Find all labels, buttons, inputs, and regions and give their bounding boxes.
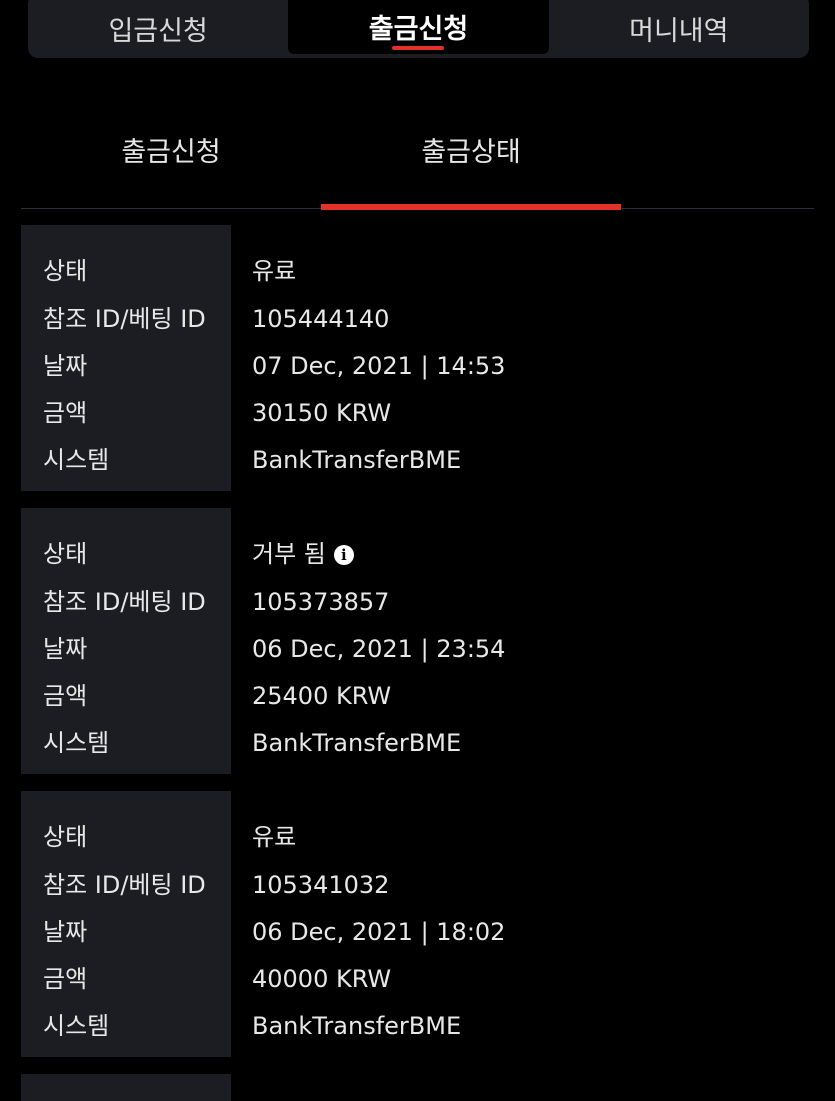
tab-withdrawal-request[interactable]: 출금신청 <box>288 0 549 54</box>
ref-id-value: 105341032 <box>252 871 390 899</box>
record-row-status: 상태 유료 <box>21 251 814 291</box>
date-label: 날짜 <box>43 635 88 663</box>
status-label: 상태 <box>43 540 88 568</box>
record-row-status: 상태 거부 됨 i <box>21 534 814 574</box>
ref-id-value: 105373857 <box>252 588 390 616</box>
status-value: 유료 <box>252 257 297 285</box>
info-circle-icon[interactable]: i <box>333 545 354 565</box>
date-label: 날짜 <box>43 352 88 380</box>
amount-label: 금액 <box>43 965 88 993</box>
system-label: 시스템 <box>43 1012 110 1040</box>
record-row-ref-id: 참조 ID/베팅 ID 105373857 <box>21 582 814 622</box>
record-label-panel <box>21 1074 231 1101</box>
status-value-wrapper: 거부 됨 i <box>252 534 354 574</box>
date-value: 06 Dec, 2021 | 18:02 <box>252 918 506 946</box>
record-row-system: 시스템 BankTransferBME <box>21 1006 814 1046</box>
record-row-date: 날짜 06 Dec, 2021 | 18:02 <box>21 912 814 952</box>
record-row-amount: 금액 30150 KRW <box>21 393 814 433</box>
system-value: BankTransferBME <box>252 729 462 757</box>
withdrawal-record-partial <box>21 1074 814 1101</box>
amount-label: 금액 <box>43 399 88 427</box>
record-row-ref-id: 참조 ID/베팅 ID 105341032 <box>21 865 814 905</box>
subtab-withdrawal-request[interactable]: 출금신청 <box>21 110 321 208</box>
system-value: BankTransferBME <box>252 1012 462 1040</box>
ref-id-value: 105444140 <box>252 305 390 333</box>
record-row-ref-id: 참조 ID/베팅 ID 105444140 <box>21 299 814 339</box>
tab-label: 출금신청 <box>368 13 469 45</box>
ref-id-label: 참조 ID/베팅 ID <box>43 588 206 616</box>
date-value: 06 Dec, 2021 | 23:54 <box>252 635 506 663</box>
subtab-label: 출금신청 <box>121 137 221 168</box>
system-value: BankTransferBME <box>252 446 462 474</box>
record-row-date: 날짜 06 Dec, 2021 | 23:54 <box>21 629 814 669</box>
withdrawal-record: 상태 유료 참조 ID/베팅 ID 105341032 날짜 06 Dec, 2… <box>21 791 814 1057</box>
tab-label: 입금신청 <box>108 15 208 47</box>
withdrawal-record: 상태 유료 참조 ID/베팅 ID 105444140 날짜 07 Dec, 2… <box>21 225 814 491</box>
ref-id-label: 참조 ID/베팅 ID <box>43 871 206 899</box>
record-row-status: 상태 유료 <box>21 817 814 857</box>
date-label: 날짜 <box>43 918 88 946</box>
tab-money-history[interactable]: 머니내역 <box>549 0 809 58</box>
record-row-date: 날짜 07 Dec, 2021 | 14:53 <box>21 346 814 386</box>
system-label: 시스템 <box>43 446 110 474</box>
amount-value: 30150 KRW <box>252 399 392 427</box>
system-label: 시스템 <box>43 729 110 757</box>
top-tab-bar: 입금신청 출금신청 머니내역 <box>28 0 809 58</box>
subtab-label: 출금상태 <box>421 137 521 168</box>
active-tab-indicator <box>392 46 445 50</box>
status-label: 상태 <box>43 823 88 851</box>
amount-value: 40000 KRW <box>252 965 392 993</box>
date-value: 07 Dec, 2021 | 14:53 <box>252 352 506 380</box>
tab-label: 머니내역 <box>629 15 729 47</box>
status-value: 유료 <box>252 823 297 851</box>
subtab-withdrawal-status[interactable]: 출금상태 <box>321 110 621 210</box>
record-row-amount: 금액 40000 KRW <box>21 959 814 999</box>
sub-tab-bar: 출금신청 출금상태 <box>21 110 814 210</box>
withdrawal-record: 상태 거부 됨 i 참조 ID/베팅 ID 105373857 날짜 06 Dec… <box>21 508 814 774</box>
status-label: 상태 <box>43 257 88 285</box>
amount-value: 25400 KRW <box>252 682 392 710</box>
tab-deposit-request[interactable]: 입금신청 <box>28 0 288 58</box>
withdrawal-record-list: 상태 유료 참조 ID/베팅 ID 105444140 날짜 07 Dec, 2… <box>21 225 814 1101</box>
record-row-amount: 금액 25400 KRW <box>21 676 814 716</box>
record-row-system: 시스템 BankTransferBME <box>21 440 814 480</box>
withdrawal-status-screen: 입금신청 출금신청 머니내역 출금신청 출금상태 상태 유료 참조 ID/베팅 <box>0 0 835 1101</box>
status-value: 거부 됨 <box>252 540 326 568</box>
amount-label: 금액 <box>43 682 88 710</box>
ref-id-label: 참조 ID/베팅 ID <box>43 305 206 333</box>
record-row-system: 시스템 BankTransferBME <box>21 723 814 763</box>
active-subtab-indicator <box>321 204 621 210</box>
